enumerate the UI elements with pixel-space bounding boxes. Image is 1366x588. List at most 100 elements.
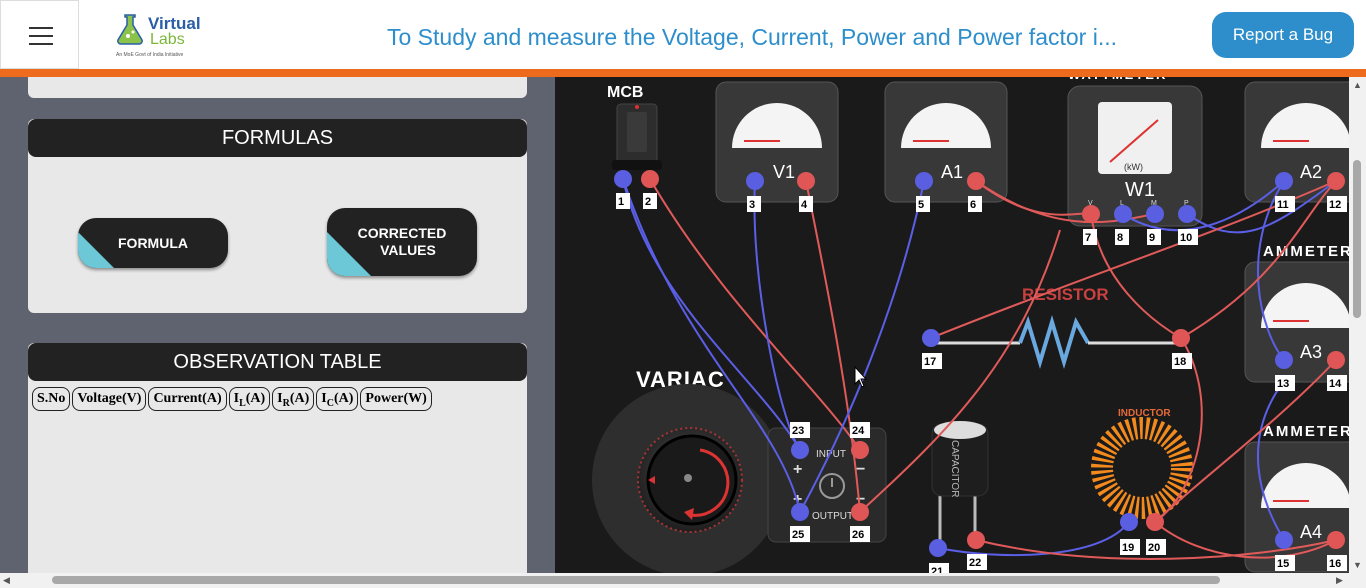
scroll-right-icon[interactable]: ▶	[1336, 575, 1343, 586]
terminal-4[interactable]	[797, 172, 815, 190]
mcb-label: MCB	[607, 84, 643, 101]
terminal-12[interactable]	[1327, 172, 1345, 190]
col-ir: IR(A)	[272, 387, 315, 411]
page-title: To Study and measure the Voltage, Curren…	[387, 24, 1118, 50]
circuit-board: MCB V1 A1 (kW) W1 WATTMETER A2 AMMETER A	[555, 77, 1349, 573]
terminal-label-9: 9	[1149, 232, 1155, 244]
a3-label: A3	[1300, 342, 1322, 362]
terminal-label-15: 15	[1277, 558, 1289, 570]
observation-header-row: S.No Voltage(V) Current(A) IL(A) IR(A) I…	[32, 387, 432, 411]
terminal-label-20: 20	[1148, 542, 1160, 554]
terminal-label-26: 26	[852, 529, 864, 541]
terminal-label-25: 25	[792, 529, 804, 541]
terminal-26[interactable]	[851, 503, 869, 521]
wattmeter-letter-v: V	[1088, 200, 1093, 207]
logo-text-labs: Labs	[150, 31, 185, 48]
corrected-label-line1: CORRECTED	[357, 225, 447, 241]
scroll-up-icon[interactable]: ▲	[1353, 80, 1362, 90]
terminal-25[interactable]	[791, 503, 809, 521]
report-bug-button[interactable]: Report a Bug	[1212, 12, 1354, 58]
wattmeter-letter-m: M	[1151, 200, 1157, 207]
controls-card	[28, 77, 527, 98]
col-voltage: Voltage(V)	[72, 387, 147, 411]
inductor-coil	[1091, 417, 1193, 519]
terminal-20[interactable]	[1146, 513, 1164, 531]
a4-label: A4	[1300, 522, 1322, 542]
capacitor-label: CAPACITOR	[949, 440, 960, 497]
terminal-7[interactable]	[1082, 205, 1100, 223]
terminal-5[interactable]	[915, 172, 933, 190]
ammeter-a1: A1	[884, 81, 1008, 203]
terminal-23[interactable]	[791, 441, 809, 459]
terminal-19[interactable]	[1120, 513, 1138, 531]
terminal-label-3: 3	[749, 199, 755, 211]
terminal-label-6: 6	[970, 199, 976, 211]
terminal-label-10: 10	[1180, 232, 1192, 244]
menu-button[interactable]	[0, 0, 79, 69]
terminal-label-4: 4	[801, 199, 808, 211]
terminal-3[interactable]	[746, 172, 764, 190]
mcb-switch[interactable]	[612, 103, 662, 170]
mouse-cursor-icon	[854, 365, 868, 388]
col-power: Power(W)	[360, 387, 432, 411]
w1-label: W1	[1125, 179, 1155, 201]
scroll-left-icon[interactable]: ◀	[3, 575, 10, 586]
terminal-label-11: 11	[1277, 199, 1289, 211]
menu-icon	[29, 27, 53, 29]
header: Virtual Labs An MoE Govt of India Initia…	[0, 0, 1366, 70]
terminal-label-1: 1	[618, 196, 624, 208]
wattmeter-unit: (kW)	[1124, 162, 1143, 172]
terminal-2[interactable]	[641, 170, 659, 188]
formula-button[interactable]: FORMULA	[78, 218, 228, 268]
terminal-13[interactable]	[1275, 351, 1293, 369]
terminal-label-21: 21	[931, 566, 943, 573]
ammeter-label-2: AMMETER	[1263, 243, 1349, 260]
voltmeter-v1: V1	[715, 81, 839, 203]
menu-icon-bar	[29, 43, 53, 45]
terminal-1[interactable]	[614, 170, 632, 188]
virtual-labs-logo[interactable]: Virtual Labs An MoE Govt of India Initia…	[110, 10, 202, 60]
terminal-22[interactable]	[967, 531, 985, 549]
terminal-16[interactable]	[1327, 531, 1345, 549]
col-il: IL(A)	[228, 387, 271, 411]
horizontal-scroll-thumb[interactable]	[52, 576, 1220, 584]
terminal-label-14: 14	[1329, 378, 1342, 390]
terminal-17[interactable]	[922, 329, 940, 347]
formula-button-label: FORMULA	[118, 234, 188, 251]
terminal-14[interactable]	[1327, 351, 1345, 369]
svg-text:+: +	[793, 461, 802, 478]
terminal-15[interactable]	[1275, 531, 1293, 549]
scroll-down-icon[interactable]: ▼	[1353, 560, 1362, 570]
observation-card: OBSERVATION TABLE S.No Voltage(V) Curren…	[28, 343, 527, 573]
wattmeter-letter-l: L	[1120, 200, 1124, 207]
button-accent	[78, 232, 114, 268]
terminal-label-5: 5	[918, 199, 924, 211]
terminal-8[interactable]	[1114, 205, 1132, 223]
wattmeter-heading: WATTMETER	[1068, 77, 1167, 82]
a1-label: A1	[941, 162, 963, 182]
flask-icon	[117, 14, 143, 45]
left-panel: FORMULAS FORMULA CORRECTED VALUES OBSERV…	[0, 77, 555, 573]
terminal-label-24: 24	[852, 425, 865, 437]
variac-knob[interactable]	[592, 384, 784, 573]
terminal-10[interactable]	[1178, 205, 1196, 223]
terminal-label-23: 23	[792, 425, 804, 437]
terminal-6[interactable]	[967, 172, 985, 190]
terminal-21[interactable]	[929, 539, 947, 557]
terminal-label-17: 17	[924, 356, 936, 368]
terminal-label-12: 12	[1329, 199, 1341, 211]
vertical-scrollbar[interactable]	[1349, 77, 1366, 573]
capacitor: CAPACITOR	[931, 421, 989, 548]
corrected-values-button[interactable]: CORRECTED VALUES	[327, 208, 477, 276]
a2-label: A2	[1300, 162, 1322, 182]
terminal-label-19: 19	[1122, 542, 1134, 554]
logo-tagline: An MoE Govt of India Initiative	[116, 52, 184, 58]
terminal-9[interactable]	[1146, 205, 1164, 223]
wattmeter-letter-p: P	[1184, 200, 1189, 207]
terminal-label-22: 22	[969, 557, 981, 569]
terminal-18[interactable]	[1172, 329, 1190, 347]
terminal-11[interactable]	[1275, 172, 1293, 190]
terminal-24[interactable]	[851, 441, 869, 459]
vertical-scroll-thumb[interactable]	[1353, 160, 1361, 318]
col-current: Current(A)	[148, 387, 227, 411]
